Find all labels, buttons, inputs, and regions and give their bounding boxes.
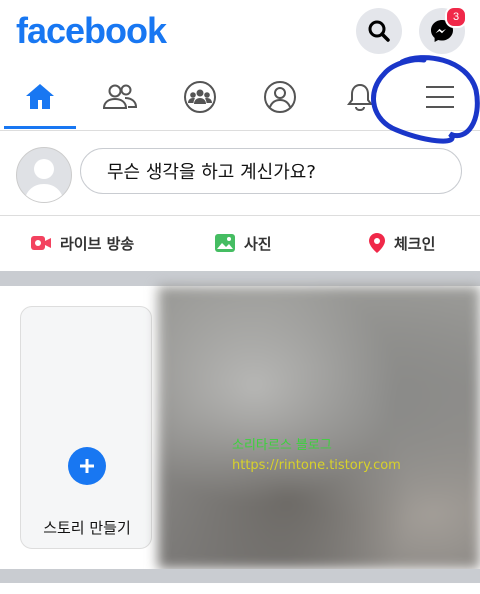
tab-profile[interactable] xyxy=(240,66,320,128)
whats-on-your-mind-input[interactable]: 무슨 생각을 하고 계신가요? xyxy=(80,148,462,194)
search-button[interactable] xyxy=(356,8,402,54)
create-story-card[interactable]: 스토리 만들기 xyxy=(20,306,152,549)
section-divider-bottom xyxy=(0,569,480,583)
friends-icon xyxy=(102,84,138,109)
photo-icon xyxy=(215,234,235,252)
photo-button[interactable]: 사진 xyxy=(214,216,272,270)
blurred-story-image[interactable] xyxy=(158,286,480,569)
plus-icon xyxy=(80,459,94,473)
avatar[interactable] xyxy=(16,147,72,203)
checkin-label: 체크인 xyxy=(394,234,436,253)
create-story-label: 스토리 만들기 xyxy=(43,519,131,537)
messenger-button[interactable]: 3 xyxy=(419,6,467,54)
watermark-url: https://rintone.tistory.com xyxy=(232,458,401,473)
home-icon xyxy=(26,84,54,109)
tab-friends[interactable] xyxy=(80,66,160,128)
live-video-icon xyxy=(31,236,51,250)
messenger-badge: 3 xyxy=(445,6,467,28)
checkin-button[interactable]: 체크인 xyxy=(368,216,435,270)
tab-groups[interactable] xyxy=(160,66,240,128)
watermark-title: 소리타르스 블로그 xyxy=(232,438,332,453)
default-avatar-icon xyxy=(24,159,64,202)
stories-row: 스토리 만들기 xyxy=(0,286,480,569)
facebook-logo[interactable]: facebook xyxy=(16,10,167,52)
search-icon xyxy=(368,20,390,42)
post-composer: 무슨 생각을 하고 계신가요? xyxy=(0,131,480,216)
add-story-button[interactable] xyxy=(68,447,106,485)
tab-home[interactable] xyxy=(0,66,80,129)
profile-icon xyxy=(264,81,296,113)
section-divider xyxy=(0,271,480,286)
live-video-button[interactable]: 라이브 방송 xyxy=(30,216,134,270)
photo-label: 사진 xyxy=(244,234,272,253)
location-pin-icon xyxy=(369,233,385,253)
groups-icon xyxy=(184,81,216,113)
live-video-label: 라이브 방송 xyxy=(60,234,135,253)
quick-actions: 라이브 방송 사진 체크인 xyxy=(0,216,480,270)
